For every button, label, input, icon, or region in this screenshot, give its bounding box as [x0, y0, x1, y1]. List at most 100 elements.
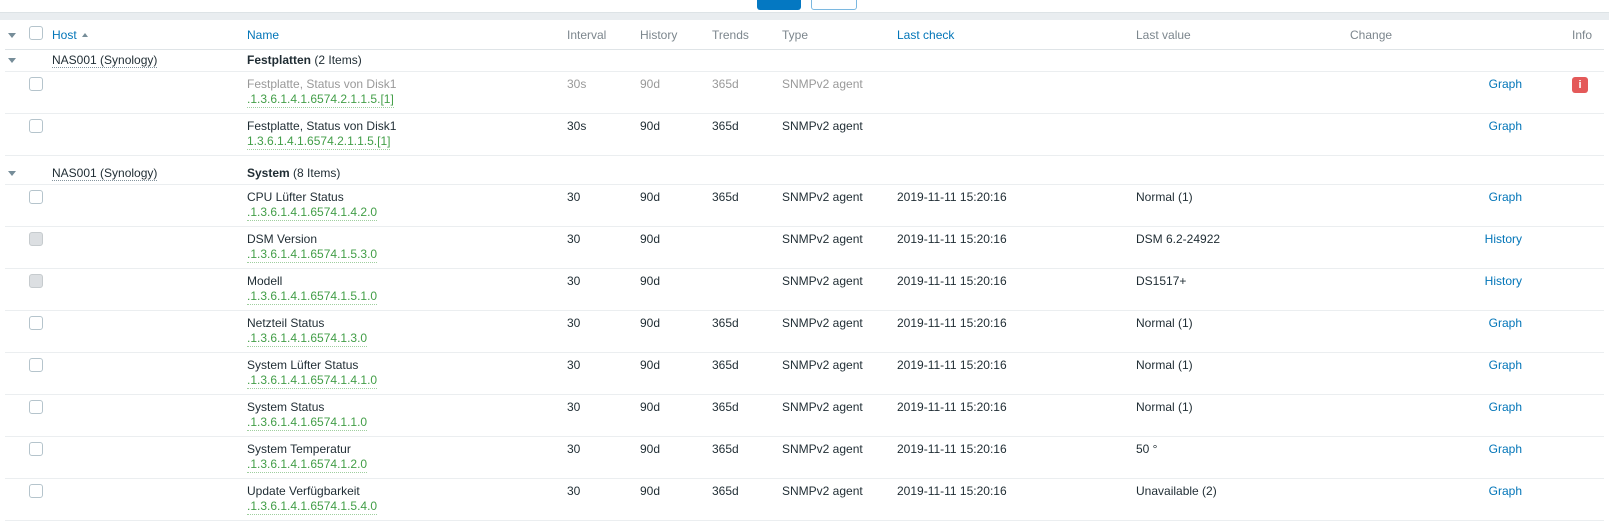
item-snmp-oid-link[interactable]: .1.3.6.1.4.1.6574.1.4.2.0 — [247, 205, 378, 221]
filter-apply-button[interactable] — [757, 0, 801, 10]
item-change — [1345, 226, 1465, 269]
item-checkbox[interactable] — [29, 358, 43, 372]
item-interval: 30 — [562, 394, 635, 437]
item-snmp-oid-link[interactable]: .1.3.6.1.4.1.6574.1.1.0 — [247, 415, 368, 431]
item-change — [1345, 352, 1465, 395]
item-interval: 30 — [562, 478, 635, 521]
item-checkbox[interactable] — [29, 77, 43, 91]
item-snmp-oid-link[interactable]: .1.3.6.1.4.1.6574.1.5.1.0 — [247, 289, 378, 305]
item-row: Festplatte, Status von Disk1 1.3.6.1.4.1.… — [5, 113, 1604, 156]
history-link[interactable]: History — [1485, 274, 1522, 288]
item-trends: 365d — [707, 71, 777, 114]
item-history: 90d — [635, 184, 707, 227]
item-name: System Temperatur — [247, 442, 351, 456]
host-link[interactable]: NAS001 (Synology) — [52, 53, 158, 68]
item-last-value: Normal (1) — [1131, 352, 1345, 395]
item-history: 90d — [635, 310, 707, 353]
item-row: Netzteil Status .1.3.6.1.4.1.6574.1.3.0 30… — [5, 310, 1604, 353]
item-snmp-oid-link[interactable]: .1.3.6.1.4.1.6574.2.1.1.5.[1] — [247, 92, 394, 108]
item-interval: 30 — [562, 268, 635, 311]
item-change — [1345, 310, 1465, 353]
select-all-checkbox[interactable] — [29, 26, 43, 40]
item-type: SNMPv2 agent — [777, 436, 892, 479]
graph-link[interactable]: Graph — [1489, 400, 1522, 414]
item-history: 90d — [635, 394, 707, 437]
filter-bar — [0, 0, 1609, 13]
item-history: 90d — [635, 113, 707, 156]
item-snmp-oid-link[interactable]: .1.3.6.1.4.1.6574.1.4.1.0 — [247, 373, 378, 389]
item-type: SNMPv2 agent — [777, 71, 892, 114]
item-trends: 365d — [707, 113, 777, 156]
item-trends: 365d — [707, 394, 777, 437]
graph-link[interactable]: Graph — [1489, 358, 1522, 372]
filter-reset-button[interactable] — [811, 0, 857, 10]
application-item-count: (2 Items) — [314, 53, 362, 67]
item-last-value: Normal (1) — [1131, 394, 1345, 437]
item-interval: 30s — [562, 71, 635, 114]
graph-link[interactable]: Graph — [1489, 119, 1522, 133]
item-name: Festplatte, Status von Disk1 — [247, 119, 397, 133]
item-trends: 365d — [707, 310, 777, 353]
collapse-group-icon[interactable] — [8, 171, 16, 177]
item-history: 90d — [635, 352, 707, 395]
item-checkbox[interactable] — [29, 484, 43, 498]
item-snmp-oid-link[interactable]: .1.3.6.1.4.1.6574.1.2.0 — [247, 457, 368, 473]
item-type: SNMPv2 agent — [777, 226, 892, 269]
item-snmp-oid-link[interactable]: 1.3.6.1.4.1.6574.2.1.1.5.[1] — [247, 134, 391, 150]
graph-link[interactable]: Graph — [1489, 190, 1522, 204]
application-name: System — [247, 166, 290, 180]
item-type: SNMPv2 agent — [777, 394, 892, 437]
item-change — [1345, 71, 1465, 114]
item-snmp-oid-link[interactable]: .1.3.6.1.4.1.6574.1.3.0 — [247, 331, 368, 347]
item-checkbox[interactable] — [29, 190, 43, 204]
history-link[interactable]: History — [1485, 232, 1522, 246]
item-history: 90d — [635, 478, 707, 521]
error-info-icon[interactable]: i — [1572, 77, 1588, 93]
application-name: Festplatten — [247, 53, 312, 67]
item-trends: 365d — [707, 436, 777, 479]
item-row: Festplatte, Status von Disk1.1.3.6.1.4.1… — [5, 71, 1604, 114]
type-column-header: Type — [777, 20, 892, 50]
group-row: NAS001 (Synology) System (8 Items) — [5, 155, 1604, 185]
item-checkbox[interactable] — [29, 442, 43, 456]
item-interval: 30s — [562, 113, 635, 156]
graph-link[interactable]: Graph — [1489, 484, 1522, 498]
sort-host-header[interactable]: Host — [52, 28, 88, 42]
sort-name-header[interactable]: Name — [247, 28, 279, 42]
item-last-check — [892, 71, 1131, 114]
item-history: 90d — [635, 268, 707, 311]
item-change — [1345, 184, 1465, 227]
item-trends: 365d — [707, 478, 777, 521]
change-column-header: Change — [1345, 20, 1465, 50]
graph-link[interactable]: Graph — [1489, 442, 1522, 456]
item-checkbox[interactable] — [29, 316, 43, 330]
item-change — [1345, 478, 1465, 521]
collapse-group-icon[interactable] — [8, 58, 16, 64]
graph-link[interactable]: Graph — [1489, 316, 1522, 330]
item-checkbox[interactable] — [29, 400, 43, 414]
sort-last-check-header[interactable]: Last check — [897, 28, 954, 42]
item-trends: 365d — [707, 352, 777, 395]
item-last-value: DSM 6.2-24922 — [1131, 226, 1345, 269]
page-background-gap — [0, 13, 1609, 20]
item-interval: 30 — [562, 226, 635, 269]
item-last-check — [892, 113, 1131, 156]
item-snmp-oid-link[interactable]: .1.3.6.1.4.1.6574.1.5.4.0 — [247, 499, 378, 515]
toggle-all-groups-icon[interactable] — [8, 32, 16, 38]
item-name: Netzteil Status — [247, 316, 325, 330]
history-column-header: History — [635, 20, 707, 50]
item-name: System Status — [247, 400, 325, 414]
item-trends — [707, 226, 777, 269]
host-link[interactable]: NAS001 (Synology) — [52, 166, 158, 181]
item-checkbox[interactable] — [29, 119, 43, 133]
graph-link[interactable]: Graph — [1489, 77, 1522, 91]
table-header-row: Host Name Interval History Trends Type L… — [5, 20, 1604, 50]
item-last-value: Unavailable (2) — [1131, 478, 1345, 521]
item-snmp-oid-link[interactable]: .1.3.6.1.4.1.6574.1.5.3.0 — [247, 247, 378, 263]
table-body: NAS001 (Synology) Festplatten (2 Items) Fe… — [5, 49, 1604, 521]
item-last-value: DS1517+ — [1131, 268, 1345, 311]
item-row: System Status .1.3.6.1.4.1.6574.1.1.0 30 90… — [5, 394, 1604, 437]
item-interval: 30 — [562, 352, 635, 395]
item-interval: 30 — [562, 436, 635, 479]
item-history: 90d — [635, 226, 707, 269]
